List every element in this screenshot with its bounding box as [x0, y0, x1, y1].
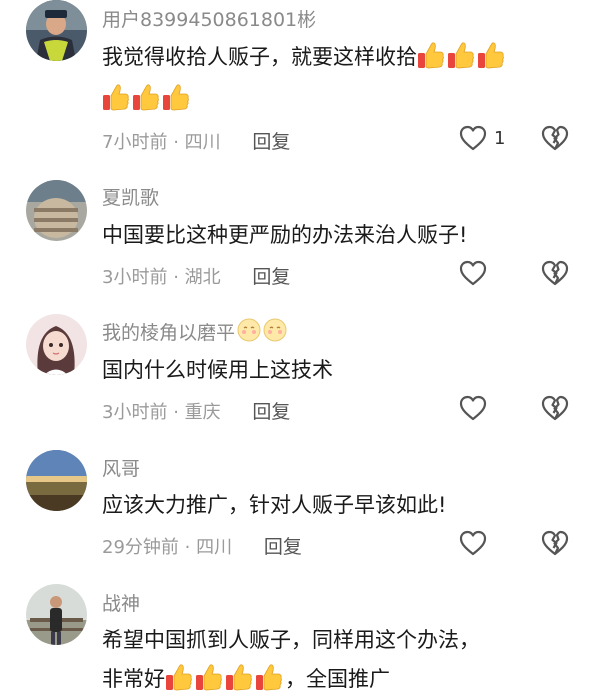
comment-text: 我觉得收拾人贩子，就要这样收拾 [102, 36, 582, 78]
comment-text: 希望中国抓到人贩子，同样用这个办法， [102, 628, 480, 652]
comment-text: 国内什么时候用上这技术 [102, 358, 333, 382]
like-button[interactable] [458, 393, 518, 423]
landscape-avatar [26, 180, 87, 241]
thumbs-up-icon [477, 40, 505, 70]
thumbs-up-icon [102, 82, 130, 112]
location: 湖北 [184, 267, 221, 288]
comment-meta: 7小时前 · 四川 回复 [102, 131, 291, 153]
man-outdoor-avatar [26, 584, 87, 645]
username[interactable]: 战神 [102, 589, 140, 616]
thumbs-up-icon [162, 82, 190, 112]
username[interactable]: 用户8399450861801彬 [102, 5, 316, 32]
girl-avatar [26, 314, 87, 375]
location: 重庆 [184, 402, 221, 423]
thumbs-up-icon [195, 662, 223, 692]
avatar[interactable] [26, 180, 87, 241]
thumbs-up-icon [447, 40, 475, 70]
avatar[interactable] [26, 584, 87, 645]
location: 四川 [184, 132, 221, 153]
police-officer-avatar [26, 0, 87, 61]
comment-text-line2: 非常好 ，全国推广 [102, 658, 582, 700]
sunset-landscape-avatar [26, 450, 87, 511]
avatar[interactable] [26, 450, 87, 511]
timestamp: 7小时前 [102, 132, 168, 153]
heart-icon [458, 528, 488, 558]
like-button[interactable] [458, 258, 518, 288]
timestamp: 3小时前 [102, 267, 168, 288]
reply-button[interactable]: 回复 [252, 266, 290, 288]
reply-button[interactable]: 回复 [264, 536, 302, 558]
comment-text-line2 [102, 78, 582, 120]
username[interactable]: 夏凯歌 [102, 183, 159, 210]
broken-heart-icon[interactable] [540, 258, 570, 288]
blush-face-icon [237, 318, 261, 342]
location: 四川 [196, 537, 233, 558]
like-button[interactable]: 1 [458, 123, 518, 153]
like-button[interactable] [458, 528, 518, 558]
reply-button[interactable]: 回复 [252, 131, 290, 153]
heart-icon [458, 393, 488, 423]
thumbs-up-icon [132, 82, 160, 112]
thumbs-up-icon [165, 662, 193, 692]
avatar[interactable] [26, 0, 87, 61]
timestamp: 29分钟前 [102, 537, 179, 558]
like-count: 1 [494, 127, 506, 149]
comment-meta: 3小时前 · 重庆 回复 [102, 401, 291, 423]
comment-text: 应该大力推广，针对人贩子早该如此! [102, 493, 447, 517]
broken-heart-icon[interactable] [540, 393, 570, 423]
comment-meta: 3小时前 · 湖北 回复 [102, 266, 291, 288]
thumbs-up-icon [417, 40, 445, 70]
thumbs-up-icon [255, 662, 283, 692]
comment-meta: 29分钟前 · 四川 回复 [102, 536, 302, 558]
reply-button[interactable]: 回复 [252, 401, 290, 423]
broken-heart-icon[interactable] [540, 123, 570, 153]
heart-icon [458, 258, 488, 288]
broken-heart-icon[interactable] [540, 528, 570, 558]
avatar[interactable] [26, 314, 87, 375]
username[interactable]: 风哥 [102, 454, 140, 481]
timestamp: 3小时前 [102, 402, 168, 423]
blush-face-icon [263, 318, 287, 342]
heart-icon [458, 123, 488, 153]
thumbs-up-icon [225, 662, 253, 692]
username[interactable]: 我的棱角以磨平 [102, 318, 287, 345]
comment-text: 中国要比这种更严励的办法来治人贩子! [102, 223, 468, 247]
